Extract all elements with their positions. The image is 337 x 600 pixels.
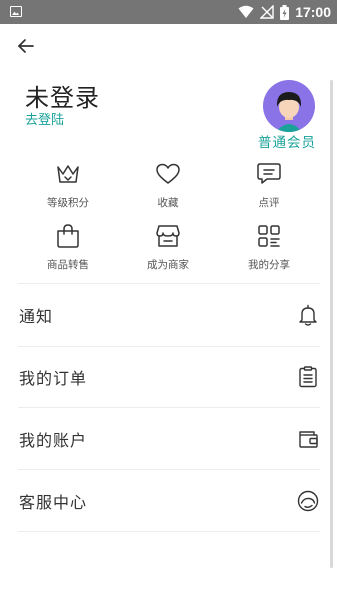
menu-item-label: 通知	[19, 307, 54, 326]
grid-item-resale[interactable]: 商品转售	[23, 222, 113, 272]
grid-label: 收藏	[157, 197, 179, 209]
back-arrow-icon[interactable]	[16, 36, 36, 56]
member-level-label: 普通会员	[258, 135, 316, 151]
grid-item-favorites[interactable]: 收藏	[123, 160, 213, 210]
menu-item-my-orders[interactable]: 我的订单	[18, 346, 320, 408]
grid-item-become-merchant[interactable]: 成为商家	[123, 222, 213, 272]
grid-item-my-share[interactable]: 我的分享	[224, 222, 314, 272]
comment-icon	[257, 163, 281, 184]
status-bar-right: 17:00	[238, 3, 331, 21]
wallet-icon	[299, 431, 318, 448]
avatar[interactable]	[263, 80, 315, 132]
clipboard-icon	[299, 366, 317, 388]
headset-icon	[297, 490, 319, 512]
crown-icon	[57, 165, 79, 183]
menu-item-label: 客服中心	[19, 493, 88, 512]
status-bar: 17:00	[0, 0, 337, 24]
login-link[interactable]: 去登陆	[25, 109, 64, 128]
bag-icon	[57, 224, 79, 248]
grid-label: 等级积分	[47, 197, 89, 209]
store-icon	[156, 225, 180, 247]
menu-item-customer-service[interactable]: 客服中心	[18, 470, 320, 532]
clock: 17:00	[295, 4, 331, 20]
menu-item-notifications[interactable]: 通知	[18, 284, 320, 346]
menu-item-label: 我的账户	[19, 431, 88, 450]
grid-label: 点评	[258, 197, 280, 209]
heart-icon	[156, 163, 180, 184]
divider	[18, 531, 320, 532]
scrollbar[interactable]	[330, 80, 333, 568]
avatar-figure-icon	[276, 92, 302, 132]
share-grid-icon	[258, 225, 280, 247]
signal-icon	[260, 5, 274, 19]
grid-item-reviews[interactable]: 点评	[224, 160, 314, 210]
grid-label: 成为商家	[147, 259, 189, 271]
grid-label: 我的分享	[248, 259, 290, 271]
menu-item-label: 我的订单	[19, 369, 88, 388]
gallery-notification-icon	[10, 6, 22, 17]
bell-icon	[299, 304, 317, 326]
grid-item-level-points[interactable]: 等级积分	[23, 160, 113, 210]
battery-icon	[280, 4, 290, 20]
menu-item-my-account[interactable]: 我的账户	[18, 408, 320, 470]
grid-label: 商品转售	[47, 259, 89, 271]
wifi-icon	[238, 5, 254, 18]
username-label: 未登录	[25, 84, 100, 112]
